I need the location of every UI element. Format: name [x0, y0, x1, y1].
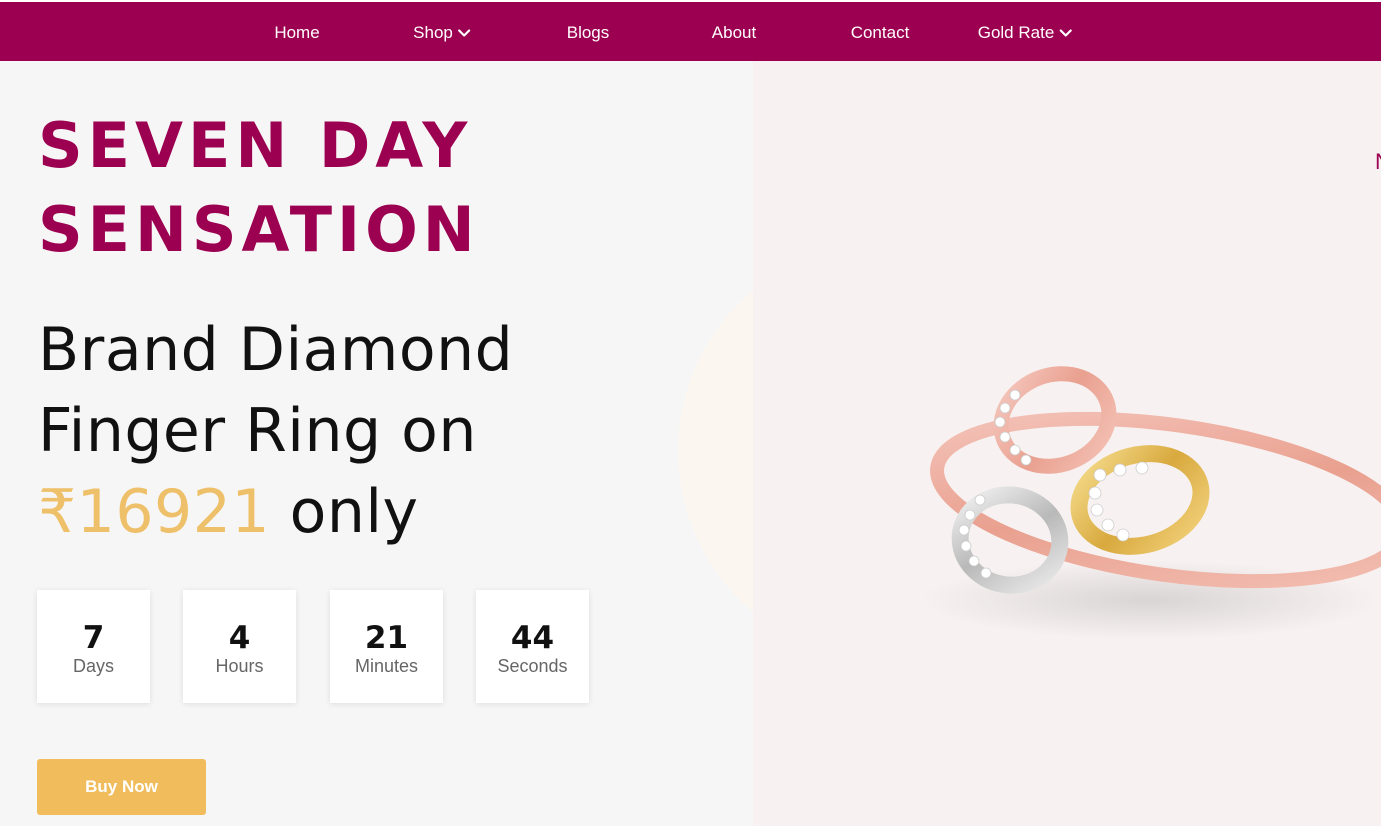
nav-item-gold-rate[interactable]: Gold Rate — [978, 2, 1073, 63]
countdown-unit: Seconds — [497, 656, 568, 676]
nav-item-label: Gold Rate — [977, 23, 1055, 42]
nav-item-label: Blogs — [566, 23, 610, 42]
countdown-unit: Hours — [215, 656, 264, 676]
nav-item-shop[interactable]: Shop — [413, 2, 471, 63]
cropped-logo-fragment: N — [1375, 149, 1381, 175]
nav-item-label: About — [711, 23, 757, 42]
hero-headline: SEVEN DAY SENSATION — [38, 109, 480, 266]
nav-item-contact[interactable]: Contact — [851, 2, 910, 63]
nav-item-about[interactable]: About — [712, 2, 756, 63]
nav-item-blogs[interactable]: Blogs — [567, 2, 610, 63]
decorative-circle — [678, 241, 753, 661]
chevron-down-icon — [1059, 28, 1072, 37]
countdown-value: 21 — [364, 620, 409, 656]
offer-suffix: only — [270, 477, 419, 547]
countdown-value: 4 — [228, 620, 251, 656]
chevron-down-icon — [457, 28, 470, 37]
countdown-seconds: 44 Seconds — [476, 590, 589, 703]
nav-item-home[interactable]: Home — [274, 2, 319, 63]
countdown-unit: Minutes — [354, 656, 419, 676]
nav-item-label: Contact — [850, 23, 910, 42]
countdown-minutes: 21 Minutes — [330, 590, 443, 703]
offer-prefix: Brand Diamond Finger Ring on — [38, 315, 514, 466]
countdown-value: 44 — [510, 620, 555, 656]
offer-text: Brand Diamond Finger Ring on ₹16921 only — [38, 310, 678, 553]
countdown-days: 7 Days — [37, 590, 150, 703]
nav-item-label: Shop — [413, 23, 453, 42]
countdown-value: 7 — [82, 620, 105, 656]
nav-item-label: Home — [274, 23, 320, 42]
offer-price: ₹16921 — [38, 477, 271, 547]
countdown-unit: Days — [72, 656, 114, 676]
diamond-ring-image — [920, 366, 1381, 640]
countdown-hours: 4 Hours — [183, 590, 296, 703]
buy-now-button[interactable]: Buy Now — [37, 759, 206, 815]
top-nav-bar: Home Shop Blogs About Contact Gold Rate — [0, 0, 1381, 61]
